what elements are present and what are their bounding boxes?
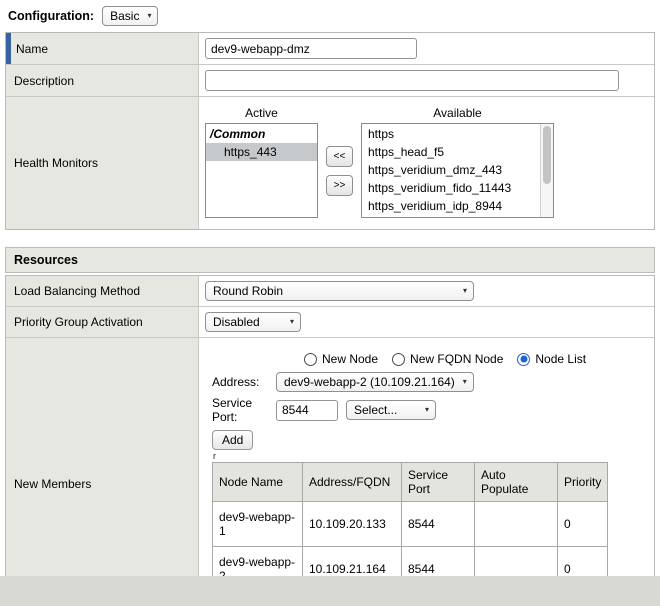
- chevron-down-icon: ▾: [147, 12, 151, 20]
- load-balancing-label-cell: Load Balancing Method: [6, 276, 199, 306]
- active-monitors-listbox[interactable]: /Common https_443: [205, 123, 318, 218]
- radio-node-list[interactable]: Node List: [517, 352, 586, 366]
- service-port-input[interactable]: [276, 400, 338, 421]
- description-label: Description: [14, 74, 74, 88]
- available-header: Available: [361, 104, 554, 123]
- add-member-button[interactable]: Add: [212, 430, 253, 450]
- available-monitors-listbox[interactable]: https https_head_f5 https_veridium_dmz_4…: [361, 123, 554, 218]
- cell-node-name: dev9-webapp-1: [213, 502, 303, 547]
- resources-table: Load Balancing Method Round Robin ▾ Prio…: [5, 275, 655, 606]
- radio-label: New Node: [322, 352, 378, 366]
- address-label: Address:: [212, 375, 276, 389]
- radio-selected-icon: [517, 353, 530, 366]
- new-members-label: New Members: [14, 477, 91, 491]
- available-monitors-items: https https_head_f5 https_veridium_dmz_4…: [362, 124, 553, 215]
- cell-address: 10.109.20.133: [303, 502, 402, 547]
- priority-group-content-cell: Disabled ▾: [199, 307, 654, 337]
- configuration-label: Configuration:: [8, 9, 94, 23]
- priority-group-label-cell: Priority Group Activation: [6, 307, 199, 337]
- column-header: Priority: [558, 463, 608, 502]
- health-monitors-label: Health Monitors: [14, 156, 98, 170]
- name-label: Name: [16, 42, 48, 56]
- members-table-header-row: Node Name Address/FQDN Service Port Auto…: [213, 463, 608, 502]
- priority-group-label: Priority Group Activation: [14, 315, 143, 329]
- port-preset-select-value: Select...: [354, 403, 397, 417]
- address-select[interactable]: dev9-webapp-2 (10.109.21.164) ▾: [276, 372, 474, 392]
- active-partition-label: /Common: [206, 124, 317, 143]
- load-balancing-label: Load Balancing Method: [14, 284, 140, 298]
- table-row[interactable]: dev9-webapp-1 10.109.20.133 8544 0: [213, 502, 608, 547]
- configuration-row: Configuration: Basic ▾: [0, 0, 660, 31]
- priority-group-select-value: Disabled: [213, 315, 260, 329]
- available-monitors-column: Available https https_head_f5 https_veri…: [361, 104, 554, 218]
- radio-label: Node List: [535, 352, 586, 366]
- pool-configuration-page: Configuration: Basic ▾ Name Description: [0, 0, 660, 606]
- new-members-panel: New Node New FQDN Node Node List Address…: [205, 343, 648, 606]
- priority-group-row: Priority Group Activation Disabled ▾: [6, 307, 654, 338]
- radio-new-node[interactable]: New Node: [304, 352, 378, 366]
- chevron-down-icon: ▾: [463, 287, 467, 295]
- list-item[interactable]: https_443: [206, 143, 317, 161]
- name-label-cell: Name: [6, 33, 199, 64]
- member-type-radios: New Node New FQDN Node Node List: [304, 352, 648, 366]
- general-properties-table: Name Description Health Monitors Active: [5, 32, 655, 230]
- load-balancing-select-value: Round Robin: [213, 284, 283, 298]
- move-to-active-button[interactable]: <<: [326, 146, 353, 167]
- column-header: Auto Populate: [475, 463, 558, 502]
- address-select-value: dev9-webapp-2 (10.109.21.164): [284, 375, 455, 389]
- radio-new-fqdn-node[interactable]: New FQDN Node: [392, 352, 503, 366]
- column-header: Service Port: [402, 463, 475, 502]
- load-balancing-row: Load Balancing Method Round Robin ▾: [6, 276, 654, 307]
- name-row: Name: [6, 33, 654, 65]
- list-item[interactable]: https_veridium_idp_8944: [362, 197, 553, 215]
- stray-text-artifact: r: [213, 452, 648, 461]
- service-port-label: Service Port:: [212, 396, 276, 424]
- move-to-available-button[interactable]: >>: [326, 175, 353, 196]
- scrollbar[interactable]: [540, 124, 553, 217]
- chevron-down-icon: ▾: [290, 318, 294, 326]
- health-monitors-row: Health Monitors Active /Common https_443…: [6, 97, 654, 229]
- cell-service-port: 8544: [402, 502, 475, 547]
- radio-label: New FQDN Node: [410, 352, 503, 366]
- radio-icon: [392, 353, 405, 366]
- new-members-content-cell: New Node New FQDN Node Node List Address…: [199, 338, 654, 606]
- monitor-move-buttons: << >>: [326, 146, 353, 196]
- list-item[interactable]: https: [362, 125, 553, 143]
- health-monitors-picker: Active /Common https_443 << >> Available: [205, 102, 648, 224]
- description-label-cell: Description: [6, 65, 199, 96]
- name-input[interactable]: [205, 38, 417, 59]
- active-monitors-column: Active /Common https_443: [205, 104, 318, 218]
- list-item[interactable]: https_head_f5: [362, 143, 553, 161]
- column-header: Address/FQDN: [303, 463, 402, 502]
- radio-icon: [304, 353, 317, 366]
- load-balancing-content-cell: Round Robin ▾: [199, 276, 654, 306]
- cell-priority: 0: [558, 502, 608, 547]
- new-members-row: New Members New Node New FQDN Node: [6, 338, 654, 606]
- priority-group-select[interactable]: Disabled ▾: [205, 312, 301, 332]
- scrollbar-thumb[interactable]: [543, 126, 551, 184]
- port-preset-select[interactable]: Select... ▾: [346, 400, 436, 420]
- address-line: Address: dev9-webapp-2 (10.109.21.164) ▾: [212, 372, 648, 392]
- members-table: Node Name Address/FQDN Service Port Auto…: [212, 462, 608, 592]
- description-content-cell: [199, 65, 654, 96]
- service-port-line: Service Port: Select... ▾: [212, 396, 648, 424]
- configuration-select[interactable]: Basic ▾: [102, 6, 158, 26]
- chevron-down-icon: ▾: [463, 378, 467, 386]
- name-content-cell: [199, 33, 654, 64]
- active-header: Active: [205, 104, 318, 123]
- description-input[interactable]: [205, 70, 619, 91]
- chevron-down-icon: ▾: [425, 406, 429, 414]
- load-balancing-select[interactable]: Round Robin ▾: [205, 281, 474, 301]
- new-members-label-cell: New Members: [6, 338, 199, 606]
- page-bottom-band: [0, 576, 660, 606]
- description-row: Description: [6, 65, 654, 97]
- resources-section-header: Resources: [5, 247, 655, 273]
- list-item[interactable]: https_veridium_dmz_443: [362, 161, 553, 179]
- cell-auto-populate: [475, 502, 558, 547]
- health-monitors-content-cell: Active /Common https_443 << >> Available: [199, 97, 654, 229]
- list-item[interactable]: https_veridium_fido_11443: [362, 179, 553, 197]
- configuration-select-value: Basic: [110, 9, 139, 23]
- column-header: Node Name: [213, 463, 303, 502]
- health-monitors-label-cell: Health Monitors: [6, 97, 199, 229]
